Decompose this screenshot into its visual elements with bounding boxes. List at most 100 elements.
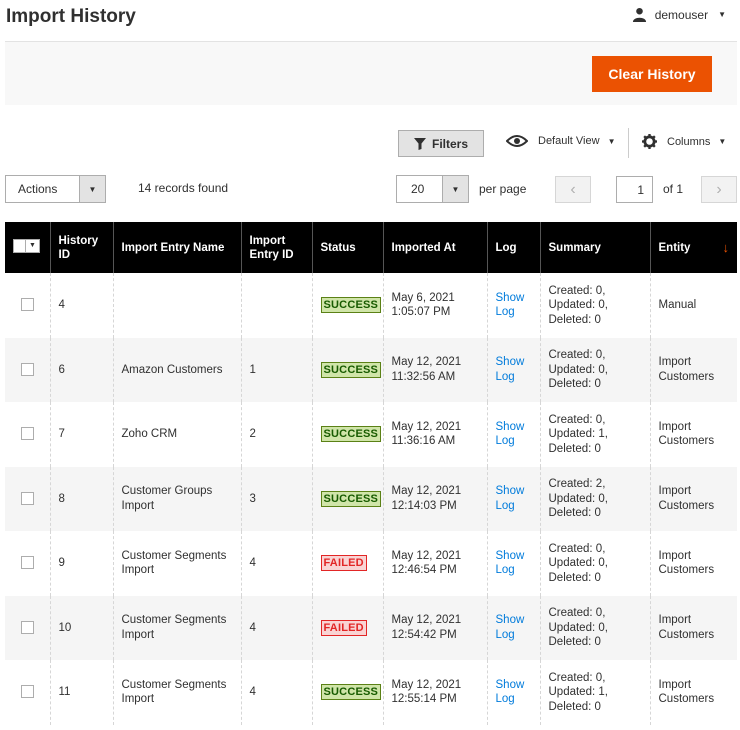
row-select-cell <box>5 531 51 596</box>
page-number-input[interactable] <box>616 176 653 203</box>
select-all-dropdown[interactable]: ▼ <box>13 239 40 253</box>
history-id-cell: 4 <box>50 273 114 338</box>
summary-updated: Updated: 0, <box>548 299 608 311</box>
imported-date: May 12, 2021 <box>391 485 462 498</box>
log-cell: Show Log <box>487 273 541 338</box>
row-select-cell <box>5 273 51 338</box>
history-id-cell: 7 <box>50 402 114 467</box>
chevron-down-icon: ▼ <box>718 10 726 19</box>
chevron-down-icon: ▼ <box>29 242 36 249</box>
import-entry-id-cell: 1 <box>241 337 313 402</box>
history-id-cell: 8 <box>50 466 114 531</box>
show-log-link[interactable]: Show Log <box>496 549 532 578</box>
import-entry-id-cell: 4 <box>241 660 313 725</box>
next-page-button[interactable]: › <box>701 176 737 203</box>
summary-updated: Updated: 0, <box>548 621 608 634</box>
select-all-header: ▼ <box>5 222 51 273</box>
columns-control[interactable]: Columns ▼ <box>642 134 726 149</box>
show-log-link[interactable]: Show Log <box>496 678 532 707</box>
show-log-link[interactable]: Show Log <box>496 420 532 449</box>
summary-created: Created: 0, <box>548 607 606 619</box>
entity-line: Customers <box>658 435 715 448</box>
imported-time: 11:36:16 AM <box>391 435 456 448</box>
table-row[interactable]: 11 Customer Segments Import 4 SUCCESS May 12… <box>5 660 737 725</box>
imported-time: 11:32:56 AM <box>391 370 456 383</box>
show-log-link[interactable]: Show Log <box>496 484 532 513</box>
column-header-history-id[interactable]: History ID <box>50 222 114 273</box>
show-log-text: Log <box>495 499 515 512</box>
user-icon <box>632 7 646 22</box>
toolbar-divider <box>628 128 629 158</box>
row-select-cell <box>5 660 51 725</box>
show-log-text: Show <box>495 420 525 433</box>
column-header-log[interactable]: Log <box>487 222 541 273</box>
show-log-text: Log <box>495 435 515 448</box>
row-select-cell <box>5 466 51 531</box>
entity-header-label: Entity <box>658 241 691 254</box>
summary-updated: Updated: 0, <box>548 557 608 569</box>
status-cell: SUCCESS <box>312 273 384 338</box>
log-cell: Show Log <box>487 660 541 725</box>
show-log-text: Log <box>495 306 515 319</box>
row-select-cell <box>5 337 51 402</box>
column-header-status[interactable]: Status <box>312 222 384 273</box>
column-header-import-entry-name[interactable]: Import Entry Name <box>113 222 242 273</box>
column-header-summary[interactable]: Summary <box>540 222 651 273</box>
status-badge: SUCCESS <box>320 361 382 378</box>
chevron-down-icon: ▼ <box>79 176 105 202</box>
row-checkbox[interactable] <box>20 298 34 312</box>
show-log-text: Log <box>495 628 515 641</box>
entity-line: Import <box>658 420 692 433</box>
filters-button[interactable]: Filters <box>398 130 484 157</box>
column-header-imported-at[interactable]: Imported At <box>383 222 488 273</box>
sort-arrow-icon: ↓ <box>722 239 730 255</box>
column-header-import-entry-id[interactable]: Import Entry ID <box>241 222 313 273</box>
user-menu[interactable]: demouser ▼ <box>632 7 726 22</box>
row-checkbox[interactable] <box>20 491 34 505</box>
log-cell: Show Log <box>487 595 541 660</box>
show-log-link[interactable]: Show Log <box>496 355 532 384</box>
table-row[interactable]: 10 Customer Segments Import 4 FAILED May 12,… <box>5 595 737 661</box>
history-id-cell: 6 <box>50 337 114 402</box>
previous-page-button[interactable]: ‹ <box>555 176 591 203</box>
table-row[interactable]: 4 SUCCESS May 6, 2021 1:05:07 PM Show Log Crea… <box>5 273 737 338</box>
entity-line: Manual <box>658 299 697 311</box>
show-log-text: Show <box>495 356 525 369</box>
mass-actions-dropdown[interactable]: Actions ▼ <box>5 175 106 203</box>
summary-deleted: Deleted: 0 <box>548 313 601 326</box>
view-switcher[interactable]: Default View ▼ <box>506 134 615 148</box>
entity-cell: Import Customers <box>650 596 737 661</box>
show-log-text: Show <box>495 678 525 691</box>
history-id-cell: 10 <box>50 595 114 660</box>
table-row[interactable]: 7 Zoho CRM 2 SUCCESS May 12, 2021 11:36:16 AM… <box>5 402 737 467</box>
row-checkbox[interactable] <box>20 427 34 441</box>
show-log-link[interactable]: Show Log <box>496 291 532 320</box>
row-checkbox[interactable] <box>20 556 34 570</box>
show-log-link[interactable]: Show Log <box>496 613 532 642</box>
table-row[interactable]: 8 Customer Groups Import 3 SUCCESS May 12, 2… <box>5 466 737 531</box>
imported-date: May 12, 2021 <box>391 549 462 562</box>
show-log-text: Show <box>495 485 525 498</box>
row-checkbox[interactable] <box>20 362 34 376</box>
show-log-text: Log <box>495 693 515 706</box>
status-cell: SUCCESS <box>312 337 384 402</box>
entity-cell: Manual <box>650 273 737 338</box>
table-row[interactable]: 6 Amazon Customers 1 SUCCESS May 12, 2021 11:… <box>5 337 737 402</box>
chevron-down-icon: ▼ <box>718 137 727 146</box>
chevron-down-icon: ▼ <box>607 136 616 146</box>
imported-time: 12:54:42 PM <box>391 628 457 641</box>
column-header-entity[interactable]: Entity ↓ <box>650 222 737 273</box>
summary-deleted: Deleted: 0 <box>548 442 601 455</box>
imported-at-cell: May 12, 2021 11:36:16 AM <box>383 402 488 467</box>
summary-cell: Created: 0, Updated: 1, Deleted: 0 <box>540 660 651 725</box>
entity-cell: Import Customers <box>650 531 737 596</box>
table-row[interactable]: 9 Customer Segments Import 4 FAILED May 12, … <box>5 531 737 596</box>
clear-history-button[interactable]: Clear History <box>592 56 712 92</box>
page-actions-bar: Clear History <box>5 41 737 105</box>
entity-line: Import <box>658 485 692 498</box>
row-checkbox[interactable] <box>20 620 34 634</box>
summary-created: Created: 0, <box>548 413 606 426</box>
row-checkbox[interactable] <box>20 685 34 699</box>
per-page-select[interactable]: 20 ▼ <box>396 175 469 203</box>
status-cell: SUCCESS <box>312 402 384 467</box>
